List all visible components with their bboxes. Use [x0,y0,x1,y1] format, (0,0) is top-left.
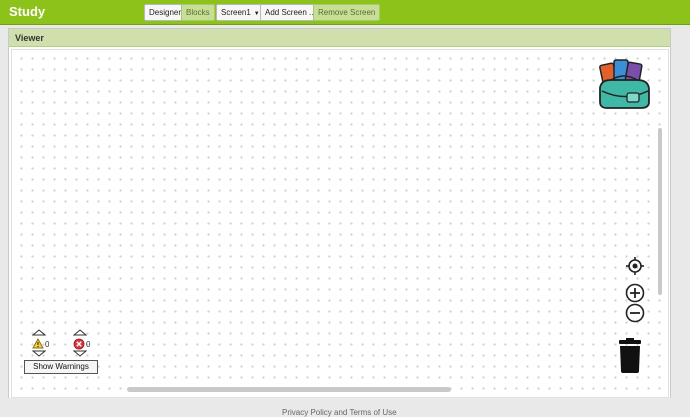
trash-icon[interactable] [617,338,643,374]
warning-count: 0 [45,340,50,349]
screen-select[interactable]: Screen1 ▼ [216,4,265,21]
warning-down-arrow-icon[interactable] [32,350,46,357]
add-screen-button[interactable]: Add Screen ... [260,4,321,21]
error-count: 0 [86,340,91,349]
designer-button[interactable]: Designer [144,4,187,21]
remove-screen-button[interactable]: Remove Screen [313,4,381,21]
viewer-title: Viewer [15,33,44,43]
zoom-in-icon[interactable] [625,283,645,303]
horizontal-scrollbar[interactable] [127,387,451,392]
warning-icon [32,338,44,349]
project-title: Study [9,4,46,19]
backpack-icon[interactable] [597,58,653,110]
viewer-panel: Viewer [8,28,671,400]
recenter-icon[interactable] [625,256,645,276]
viewer-header: Viewer [9,29,670,47]
footer: Privacy Policy and Terms of Use [0,398,690,417]
zoom-out-icon[interactable] [625,303,645,323]
screen-select-value: Screen1 [221,8,251,17]
app-header: Study Designer Blocks Screen1 ▼ Add Scree… [0,0,690,25]
blocks-workspace[interactable] [11,49,669,398]
error-up-arrow-icon[interactable] [73,329,87,336]
error-icon [73,338,85,350]
blocks-button[interactable]: Blocks [181,4,215,21]
vertical-scrollbar[interactable] [658,128,662,295]
warning-up-arrow-icon[interactable] [32,329,46,336]
chevron-down-icon: ▼ [253,11,260,17]
error-down-arrow-icon[interactable] [73,350,87,357]
show-warnings-button[interactable]: Show Warnings [24,360,98,374]
privacy-terms-link[interactable]: Privacy Policy and Terms of Use [282,408,397,417]
